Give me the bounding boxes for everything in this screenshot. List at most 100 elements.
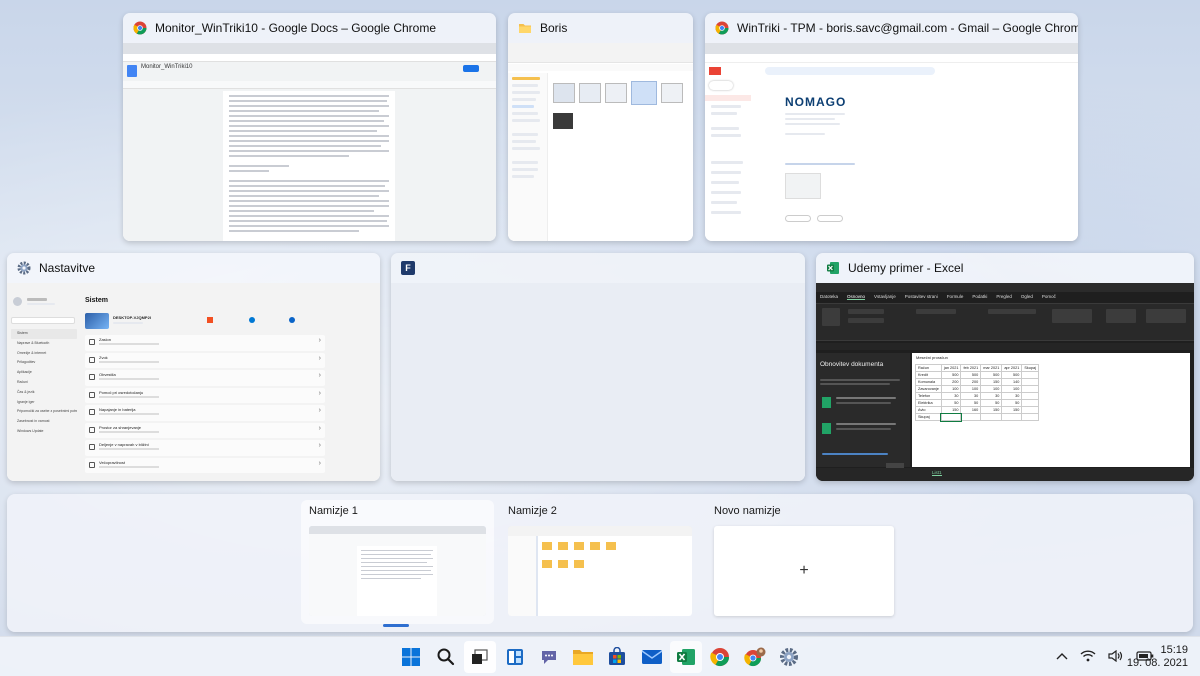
- excel-ribbon-tab[interactable]: Datoteka: [820, 294, 838, 300]
- window-excel[interactable]: Udemy primer - Excel Datoteka Osnovno Vsta…: [816, 253, 1194, 481]
- table-cell[interactable]: 100: [1001, 385, 1023, 393]
- column-header[interactable]: Skupaj: [1021, 364, 1040, 372]
- settings-nav-item[interactable]: Računi: [11, 378, 77, 388]
- settings-nav-item[interactable]: Pripomočki za osebe z posebnimi potrebam…: [11, 407, 77, 417]
- settings-nav-item[interactable]: Čas & jezik: [11, 388, 77, 398]
- table-cell[interactable]: Komunala: [915, 378, 942, 386]
- settings-nav-item[interactable]: Aplikacije: [11, 368, 77, 378]
- table-cell[interactable]: Telefon: [915, 392, 942, 400]
- table-cell[interactable]: 160: [960, 406, 982, 414]
- table-cell[interactable]: [1021, 371, 1040, 379]
- table-cell[interactable]: 30: [940, 392, 962, 400]
- table-cell[interactable]: 500: [960, 371, 982, 379]
- table-cell[interactable]: 50: [1001, 399, 1023, 407]
- windows-start-icon[interactable]: [395, 641, 427, 673]
- volume-icon[interactable]: [1108, 649, 1124, 665]
- desktop-1[interactable]: Namizje 1: [301, 500, 494, 627]
- table-cell[interactable]: [1021, 406, 1040, 414]
- window-blank-app[interactable]: F: [391, 253, 805, 481]
- new-desktop-tile[interactable]: +: [714, 526, 894, 616]
- window-settings[interactable]: Nastavitve Sistem Naprave & Bluetooth Omre…: [7, 253, 380, 481]
- table-cell[interactable]: 100: [960, 385, 982, 393]
- new-desktop[interactable]: Novo namizje +: [706, 500, 902, 624]
- wifi-icon[interactable]: [1080, 649, 1096, 665]
- table-cell[interactable]: [1001, 413, 1023, 421]
- excel-ribbon-tab[interactable]: Ogled: [1021, 294, 1033, 300]
- table-cell[interactable]: 500: [980, 371, 1003, 379]
- table-cell[interactable]: 200: [940, 378, 962, 386]
- table-cell[interactable]: 100: [980, 385, 1003, 393]
- excel-ribbon-tab[interactable]: Osnovno: [847, 294, 866, 300]
- window-google-docs[interactable]: Monitor_WinTriki10 - Google Docs – Googl…: [123, 13, 496, 241]
- chrome-icon[interactable]: [704, 641, 736, 673]
- table-cell[interactable]: [1021, 413, 1040, 421]
- table-cell[interactable]: 50: [980, 399, 1003, 407]
- settings-row[interactable]: Večopravilnost ›: [85, 457, 325, 473]
- settings-icon[interactable]: [773, 641, 805, 673]
- task-view-icon[interactable]: [464, 641, 496, 673]
- table-cell[interactable]: [1021, 378, 1040, 386]
- settings-nav-item[interactable]: Sistem: [11, 329, 77, 339]
- table-cell[interactable]: 50: [940, 399, 962, 407]
- search-icon[interactable]: [430, 641, 462, 673]
- table-cell[interactable]: 30: [1001, 392, 1023, 400]
- table-cell[interactable]: 30: [980, 392, 1003, 400]
- settings-row[interactable]: Zvok ›: [85, 352, 325, 368]
- window-gmail[interactable]: WinTriki - TPM - boris.savc@gmail.com - …: [705, 13, 1078, 241]
- table-cell[interactable]: 500: [940, 371, 962, 379]
- table-cell[interactable]: [940, 412, 962, 422]
- excel-ribbon-tab[interactable]: Formule: [947, 294, 964, 300]
- excel-ribbon-tab[interactable]: Pregled: [996, 294, 1012, 300]
- file-explorer-icon[interactable]: [567, 641, 599, 673]
- table-cell[interactable]: 100: [940, 385, 962, 393]
- settings-nav-item[interactable]: Omrežje & internet: [11, 349, 77, 359]
- chat-icon[interactable]: [533, 641, 565, 673]
- table-cell[interactable]: [1021, 385, 1040, 393]
- table-cell[interactable]: 150: [980, 406, 1003, 414]
- table-cell[interactable]: 150: [980, 378, 1003, 386]
- column-header[interactable]: jan 2021: [940, 364, 962, 372]
- excel-icon[interactable]: [670, 641, 702, 673]
- settings-row[interactable]: Pomoč pri osredotočanju ›: [85, 387, 325, 403]
- excel-ribbon-tab[interactable]: Pomoč: [1042, 294, 1056, 300]
- sheet-tab[interactable]: List1: [932, 470, 942, 476]
- table-cell[interactable]: Kredit: [915, 371, 942, 379]
- chrome-profile-icon[interactable]: [739, 641, 771, 673]
- table-cell[interactable]: 150: [1001, 406, 1023, 414]
- table-cell[interactable]: Zavarovanje: [915, 385, 942, 393]
- clock[interactable]: 15:19 19. 08. 2021: [1127, 637, 1188, 676]
- widgets-icon[interactable]: [499, 641, 531, 673]
- store-icon[interactable]: [601, 641, 633, 673]
- excel-ribbon-tab[interactable]: Podatki: [972, 294, 987, 300]
- table-cell[interactable]: 500: [1001, 371, 1023, 379]
- table-cell[interactable]: 150: [940, 406, 962, 414]
- settings-nav-item[interactable]: Prilagoditev: [11, 358, 77, 368]
- settings-nav-item[interactable]: Naprave & Bluetooth: [11, 339, 77, 349]
- table-cell[interactable]: [1021, 399, 1040, 407]
- settings-row[interactable]: Napajanje in baterija ›: [85, 405, 325, 421]
- table-cell[interactable]: Elektrika: [915, 399, 942, 407]
- settings-nav-item[interactable]: Windows Update: [11, 427, 77, 437]
- table-cell[interactable]: 50: [960, 399, 982, 407]
- settings-nav-item[interactable]: Zasebnost in varnost: [11, 417, 77, 427]
- settings-row[interactable]: Zaslon ›: [85, 335, 325, 351]
- table-cell[interactable]: Skupaj: [915, 413, 942, 421]
- column-header[interactable]: mar 2021: [980, 364, 1003, 372]
- chevron-up-icon[interactable]: [1056, 651, 1068, 664]
- table-cell[interactable]: [960, 413, 982, 421]
- table-cell[interactable]: 30: [960, 392, 982, 400]
- table-cell[interactable]: 140: [1001, 378, 1023, 386]
- column-header[interactable]: Račun: [915, 364, 942, 372]
- window-file-explorer[interactable]: Boris: [508, 13, 693, 241]
- column-header[interactable]: feb 2021: [960, 364, 982, 372]
- desktop-2[interactable]: Namizje 2: [500, 500, 700, 624]
- settings-nav-item[interactable]: Igranje iger: [11, 398, 77, 408]
- table-cell[interactable]: [1021, 392, 1040, 400]
- settings-row[interactable]: Prostor za shranjevanje ›: [85, 422, 325, 438]
- mail-icon[interactable]: [636, 641, 668, 673]
- excel-ribbon-tab[interactable]: Postavitev strani: [905, 294, 938, 300]
- column-header[interactable]: apr 2021: [1001, 364, 1023, 372]
- table-cell[interactable]: [980, 413, 1003, 421]
- settings-row[interactable]: Deljenje v napravah v bližini ›: [85, 440, 325, 456]
- excel-ribbon-tab[interactable]: Vstavljanje: [874, 294, 896, 300]
